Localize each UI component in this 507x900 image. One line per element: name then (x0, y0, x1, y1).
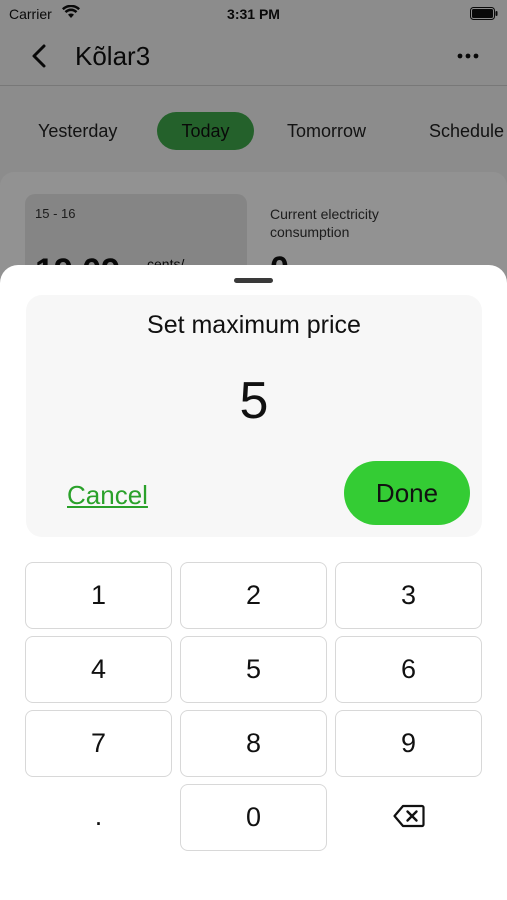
backspace-icon[interactable] (393, 804, 425, 828)
key-1[interactable]: 1 (25, 562, 172, 629)
sheet-grabber[interactable] (234, 278, 273, 283)
key-8[interactable]: 8 (180, 710, 327, 777)
sheet-title: Set maximum price (147, 311, 361, 339)
cancel-button[interactable]: Cancel (67, 480, 148, 511)
key-4[interactable]: 4 (25, 636, 172, 703)
key-2[interactable]: 2 (180, 562, 327, 629)
key-5[interactable]: 5 (180, 636, 327, 703)
key-7[interactable]: 7 (25, 710, 172, 777)
done-button[interactable]: Done (344, 461, 470, 525)
key-6[interactable]: 6 (335, 636, 482, 703)
key-decimal[interactable]: . (25, 784, 172, 851)
price-panel: Set maximum price 5 Cancel Done (26, 295, 482, 537)
max-price-value: 5 (239, 372, 269, 430)
key-3[interactable]: 3 (335, 562, 482, 629)
key-9[interactable]: 9 (335, 710, 482, 777)
key-0[interactable]: 0 (180, 784, 327, 851)
max-price-sheet: Set maximum price 5 Cancel Done 1 2 3 4 … (0, 265, 507, 900)
